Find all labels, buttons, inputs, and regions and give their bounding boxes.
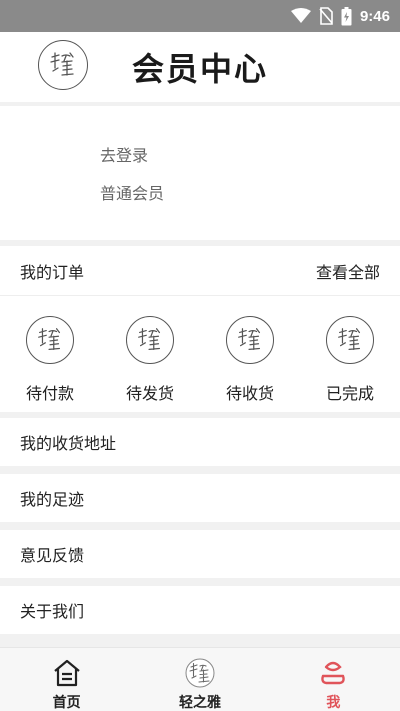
- brand-logo-icon: [126, 316, 174, 364]
- profile-card: [0, 106, 400, 240]
- tab-label: 轻之雅: [178, 695, 221, 711]
- login-link[interactable]: 去登录: [100, 142, 148, 166]
- orders-header: 我的订单 查看全部: [0, 246, 400, 296]
- brand-logo-icon: [326, 316, 374, 364]
- menu-item-label: 关于我们: [20, 602, 85, 621]
- avatar[interactable]: [38, 40, 88, 90]
- no-sim-icon: [319, 7, 333, 25]
- menu-item-shipping-address[interactable]: 我的收货地址: [0, 418, 400, 466]
- order-status-pending-payment[interactable]: 待付款: [0, 298, 100, 412]
- order-status-label: 待收货: [225, 384, 274, 403]
- brand-logo-icon: [50, 52, 74, 76]
- tab-label: 我: [326, 695, 341, 711]
- menu-item-footprints[interactable]: 我的足迹: [0, 474, 400, 522]
- brand-logo-icon: [26, 316, 74, 364]
- wifi-icon: [290, 8, 311, 23]
- page-title: 会员中心: [131, 50, 268, 88]
- order-status-label: 待付款: [25, 384, 74, 403]
- bottom-tab-bar: 首页 轻之雅 我: [0, 647, 400, 711]
- status-bar: 9:46: [0, 0, 400, 32]
- order-status-completed[interactable]: 已完成: [300, 298, 400, 412]
- order-status-pending-receipt[interactable]: 待收货: [200, 298, 300, 412]
- order-status-label: 已完成: [325, 384, 374, 403]
- menu-item-label: 我的足迹: [20, 490, 85, 509]
- menu-item-about-us[interactable]: 关于我们: [0, 586, 400, 634]
- brand-logo-icon: [226, 316, 274, 364]
- status-time: 9:46: [359, 7, 390, 25]
- orders-title: 我的订单: [20, 262, 85, 282]
- order-status-label: 待发货: [125, 384, 174, 403]
- menu-item-feedback[interactable]: 意见反馈: [0, 530, 400, 578]
- member-level-label: 普通会员: [100, 184, 165, 203]
- order-status-pending-shipment[interactable]: 待发货: [100, 298, 200, 412]
- view-all-orders-link[interactable]: 查看全部: [316, 259, 380, 283]
- divider: [0, 522, 400, 530]
- tab-label: 首页: [52, 695, 81, 711]
- divider: [0, 634, 400, 647]
- profile-icon: [321, 661, 346, 685]
- menu-item-label: 意见反馈: [20, 546, 85, 565]
- menu-item-label: 我的收货地址: [20, 434, 117, 453]
- battery-charging-icon: [341, 6, 352, 25]
- brand-logo-icon: [185, 658, 215, 688]
- divider: [0, 466, 400, 474]
- home-icon: [53, 659, 80, 687]
- tab-home[interactable]: 首页: [0, 648, 133, 711]
- tab-me[interactable]: 我: [267, 648, 400, 711]
- divider: [0, 578, 400, 586]
- tab-brand[interactable]: 轻之雅: [133, 648, 266, 711]
- order-status-row: 待付款 待发货 待收货 已完成: [0, 298, 400, 412]
